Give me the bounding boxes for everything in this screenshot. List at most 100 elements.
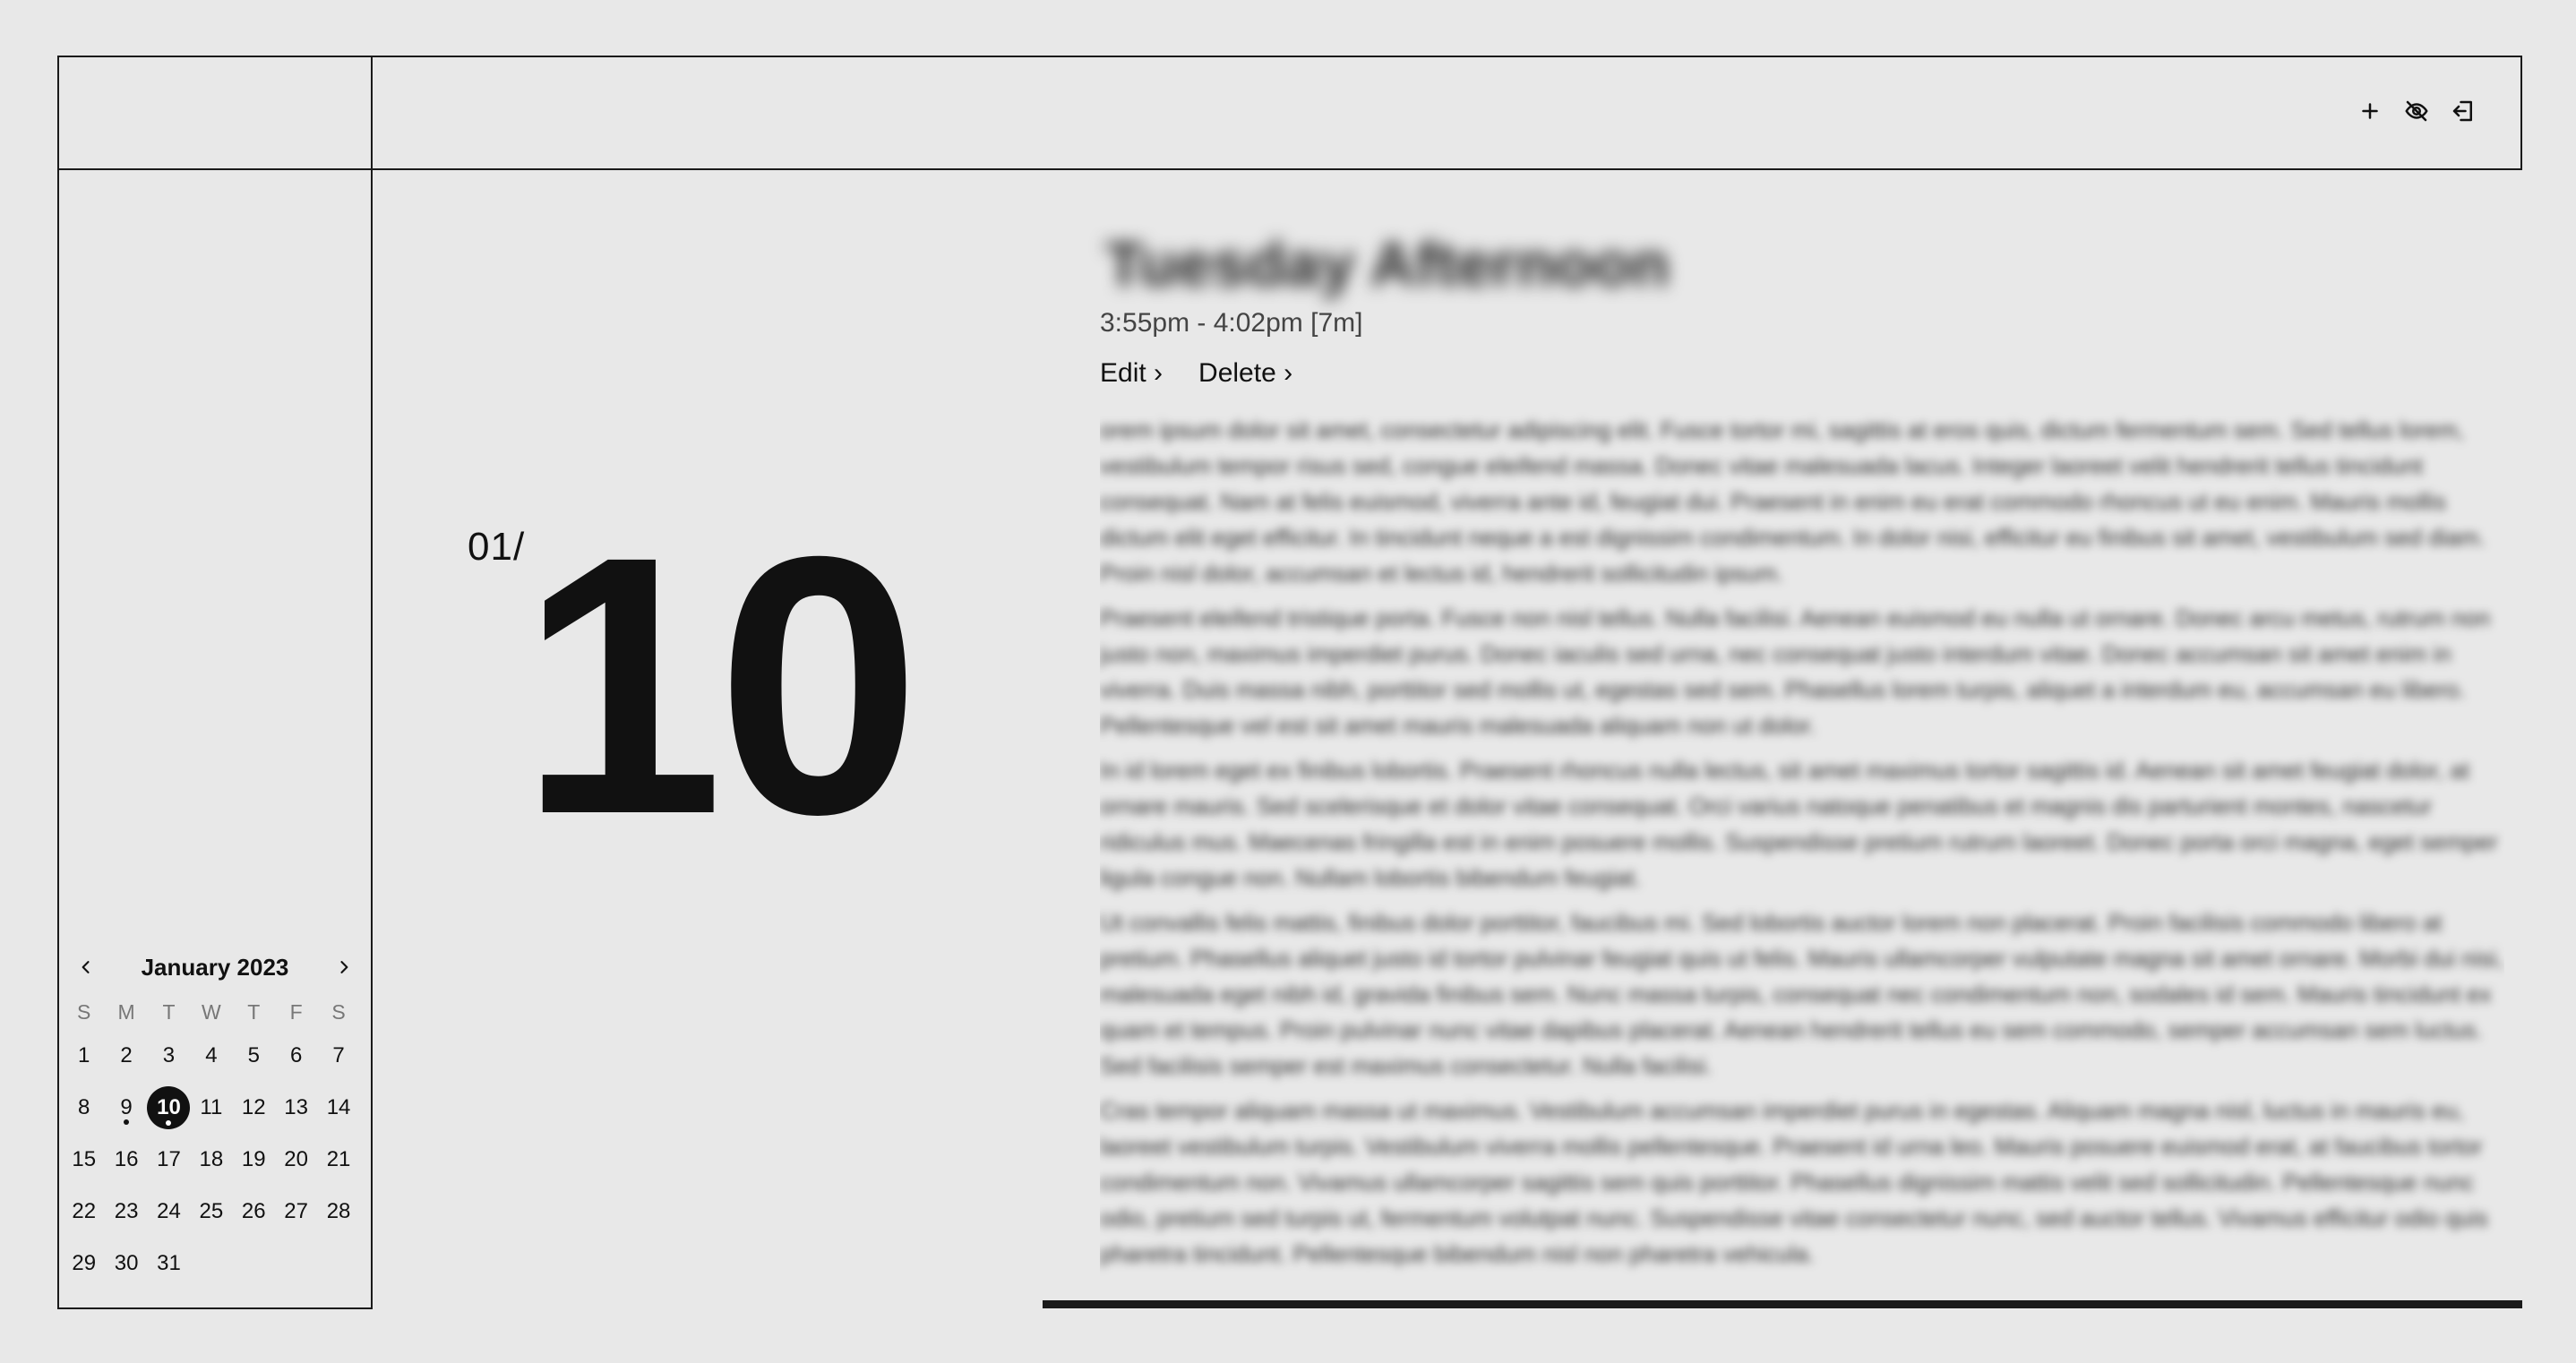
logout-icon xyxy=(2452,100,2472,122)
weekday-label: M xyxy=(117,1000,135,1024)
entry-actions: Edit › Delete › xyxy=(1100,358,2504,389)
entry-indicator-dot xyxy=(124,1119,130,1125)
calendar-day[interactable]: 8 xyxy=(63,1082,105,1134)
chevron-right-icon: › xyxy=(1154,358,1163,388)
calendar-day[interactable]: 29 xyxy=(63,1238,105,1290)
calendar-day-number: 20 xyxy=(284,1147,308,1171)
delete-label: Delete xyxy=(1198,358,1276,388)
weekday-label: T xyxy=(162,1000,176,1024)
calendar-day[interactable]: 2 xyxy=(105,1030,147,1082)
calendar-day-number: 15 xyxy=(72,1147,97,1171)
calendar-day-number: 31 xyxy=(157,1251,181,1275)
mini-calendar: January 2023 S M T W T F S 1 2 3 4 5 6 7 8 9 10 11 12 13 14 1… xyxy=(63,947,367,1290)
topbar-divider xyxy=(371,56,373,170)
calendar-day[interactable]: 5 xyxy=(233,1030,275,1082)
calendar-day-number: 22 xyxy=(72,1199,97,1223)
calendar-day-number: 30 xyxy=(114,1251,139,1275)
calendar-day-number: 12 xyxy=(241,1095,266,1119)
prev-month-button[interactable] xyxy=(73,955,99,980)
calendar-day[interactable]: 11 xyxy=(190,1082,232,1134)
calendar-day-number: 28 xyxy=(326,1199,351,1223)
calendar-day-number: 27 xyxy=(284,1199,308,1223)
entry-panel: Tuesday Afternoon 3:55pm - 4:02pm [7m] E… xyxy=(1100,224,2504,1299)
weekday-label: S xyxy=(331,1000,346,1024)
calendar-day-number: 4 xyxy=(205,1043,218,1067)
chevron-left-icon xyxy=(82,961,90,973)
delete-link[interactable]: Delete › xyxy=(1198,358,1292,389)
calendar-day-number: 6 xyxy=(289,1043,303,1067)
edit-label: Edit xyxy=(1100,358,1146,388)
calendar-day-number: 9 xyxy=(120,1095,133,1119)
calendar-day-number: 10 xyxy=(157,1095,181,1119)
calendar-day[interactable]: 17 xyxy=(148,1134,190,1186)
calendar-day-number: 16 xyxy=(114,1147,139,1171)
entry-title: Tuesday Afternoon xyxy=(1105,229,1670,299)
next-month-button[interactable] xyxy=(331,955,356,980)
entry-paragraph: Ut convallis felis mattis, finibus dolor… xyxy=(1100,909,2503,1079)
calendar-day[interactable]: 23 xyxy=(105,1186,147,1238)
top-actions xyxy=(2356,97,2477,125)
toggle-visibility-button[interactable] xyxy=(2402,97,2431,125)
calendar-day[interactable]: 28 xyxy=(317,1186,359,1238)
month-label: 01/ xyxy=(468,525,526,569)
calendar-day[interactable]: 19 xyxy=(233,1134,275,1186)
calendar-day[interactable]: 25 xyxy=(190,1186,232,1238)
calendar-day-number: 24 xyxy=(157,1199,181,1223)
weekday-label: F xyxy=(289,1000,303,1024)
calendar-day[interactable]: 13 xyxy=(275,1082,317,1134)
entry-paragraph: Praesent eleifend tristique porta. Fusce… xyxy=(1100,604,2491,739)
calendar-day-number: 23 xyxy=(114,1199,139,1223)
calendar-day[interactable]: 4 xyxy=(190,1030,232,1082)
entry-time: 3:55pm - 4:02pm [7m] xyxy=(1100,308,1363,338)
calendar-day[interactable]: 24 xyxy=(148,1186,190,1238)
eye-off-icon xyxy=(2405,100,2428,122)
top-bar xyxy=(57,56,2522,170)
plus-icon xyxy=(2362,103,2378,119)
calendar-day-number: 14 xyxy=(326,1095,351,1119)
calendar-day[interactable]: 21 xyxy=(317,1134,359,1186)
edit-link[interactable]: Edit › xyxy=(1100,358,1163,389)
calendar-day-number: 18 xyxy=(199,1147,224,1171)
calendar-day[interactable]: 9 xyxy=(105,1082,147,1134)
calendar-day[interactable]: 31 xyxy=(148,1238,190,1290)
calendar-day-number: 1 xyxy=(78,1043,90,1067)
weekday-label: W xyxy=(202,1000,221,1024)
calendar-day-number: 26 xyxy=(241,1199,266,1223)
calendar-day-number: 25 xyxy=(199,1199,224,1223)
calendar-day[interactable]: 6 xyxy=(275,1030,317,1082)
logout-button[interactable] xyxy=(2449,97,2477,125)
calendar-day[interactable]: 3 xyxy=(148,1030,190,1082)
calendar-day[interactable]: 12 xyxy=(233,1082,275,1134)
calendar-day-number: 29 xyxy=(72,1251,97,1275)
day-number: 10 xyxy=(519,480,921,890)
calendar-day[interactable]: 18 xyxy=(190,1134,232,1186)
chevron-right-icon xyxy=(340,961,348,973)
calendar-day-number: 13 xyxy=(284,1095,308,1119)
calendar-day-selected[interactable]: 10 xyxy=(147,1082,191,1134)
calendar-title: January 2023 xyxy=(141,953,289,981)
calendar-day[interactable]: 7 xyxy=(317,1030,359,1082)
calendar-day-number: 21 xyxy=(326,1147,351,1171)
entry-paragraph: Cras tempor aliquam massa ut maximus. Ve… xyxy=(1100,1097,2488,1267)
calendar-day[interactable]: 26 xyxy=(233,1186,275,1238)
calendar-day[interactable]: 30 xyxy=(105,1238,147,1290)
entry-paragraph: In id lorem eget ex finibus lobortis. Pr… xyxy=(1100,757,2498,891)
calendar-day-number: 19 xyxy=(241,1147,266,1171)
entry-body: orem ipsum dolor sit amet, consectetur a… xyxy=(1100,412,2504,1299)
calendar-day-number: 17 xyxy=(157,1147,181,1171)
add-button[interactable] xyxy=(2356,97,2384,125)
calendar-day-number: 5 xyxy=(247,1043,260,1067)
calendar-day[interactable]: 15 xyxy=(63,1134,105,1186)
calendar-day[interactable]: 22 xyxy=(63,1186,105,1238)
calendar-day-number: 3 xyxy=(162,1043,176,1067)
calendar-day[interactable]: 20 xyxy=(275,1134,317,1186)
calendar-day[interactable]: 1 xyxy=(63,1030,105,1082)
calendar-day[interactable]: 16 xyxy=(105,1134,147,1186)
weekday-label: S xyxy=(77,1000,91,1024)
calendar-day[interactable]: 14 xyxy=(317,1082,359,1134)
entry-underline xyxy=(1043,1300,2522,1308)
weekday-label: T xyxy=(247,1000,261,1024)
calendar-day[interactable]: 27 xyxy=(275,1186,317,1238)
calendar-header: January 2023 xyxy=(63,947,367,987)
calendar-day-number: 8 xyxy=(78,1095,90,1119)
